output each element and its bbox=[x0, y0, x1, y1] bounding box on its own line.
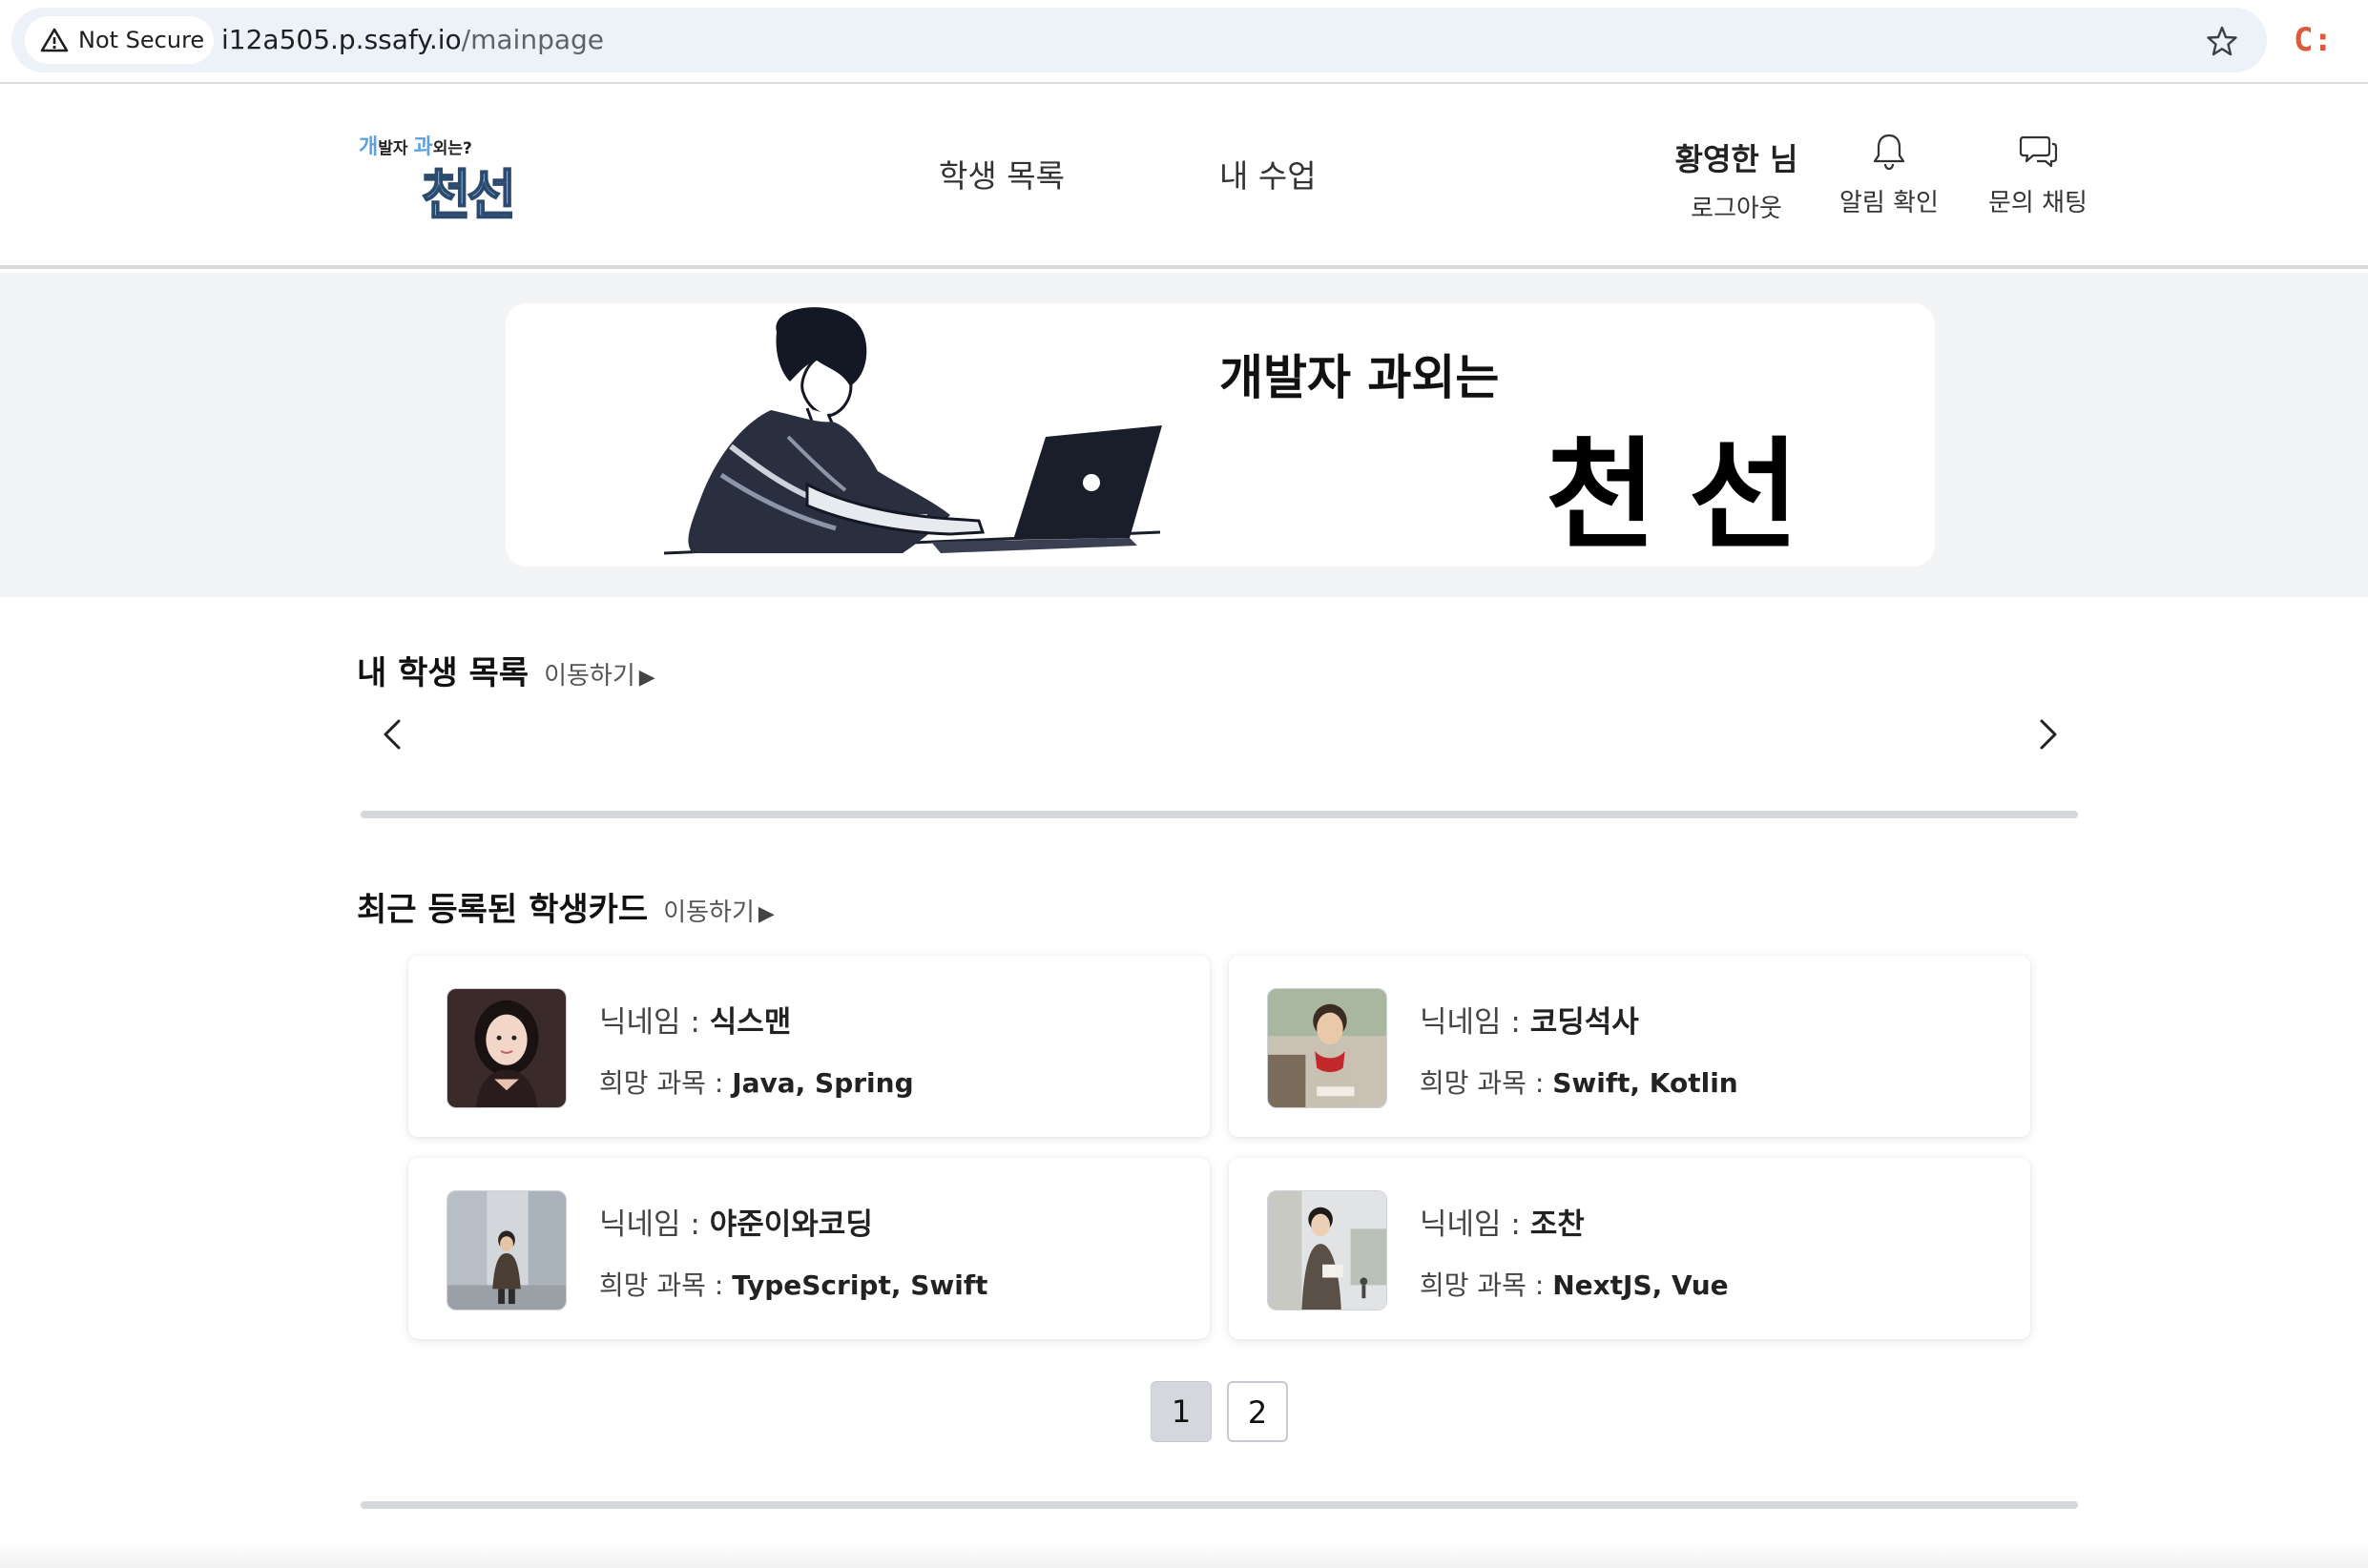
browser-toolbar: Not Secure i12a505.p.ssafy.io/mainpage C… bbox=[0, 0, 2368, 84]
recent-cards-link[interactable]: 이동하기 ▶ bbox=[663, 893, 775, 928]
section-divider bbox=[361, 1501, 2078, 1509]
chevron-right-icon bbox=[2040, 719, 2057, 750]
extension-label: C: bbox=[2294, 21, 2333, 59]
nav-my-classes[interactable]: 내 수업 bbox=[1219, 151, 1317, 196]
student-avatar bbox=[1267, 1190, 1387, 1310]
card-nickname: 닉네임 : 식스맨 bbox=[599, 1005, 792, 1040]
extension-icon[interactable]: C: bbox=[2294, 21, 2336, 59]
hero-banner: 개발자 과외는 천선 bbox=[506, 303, 1935, 567]
carousel-prev-button[interactable] bbox=[376, 715, 408, 753]
play-triangle-icon: ▶ bbox=[758, 902, 775, 926]
card-subjects: 희망 과목 : Java, Spring bbox=[599, 1067, 914, 1099]
student-avatar bbox=[447, 1190, 567, 1310]
inquiry-chat-label: 문의 채팅 bbox=[1988, 189, 2088, 217]
developer-illustration bbox=[664, 307, 1162, 555]
chevron-left-icon bbox=[384, 719, 401, 750]
site-logo[interactable]: 개발자 과외는? 천선 bbox=[357, 130, 557, 228]
student-card[interactable]: 닉네임 : 코딩석사 희망 과목 : Swift, Kotlin bbox=[1229, 956, 2030, 1137]
bookmark-star-icon[interactable] bbox=[2206, 25, 2238, 57]
chat-icon bbox=[2019, 135, 2058, 168]
warning-icon bbox=[40, 28, 69, 52]
bell-icon bbox=[1873, 134, 1905, 171]
footer-shadow bbox=[0, 1539, 2368, 1568]
my-students-link[interactable]: 이동하기 ▶ bbox=[544, 656, 655, 691]
card-nickname: 닉네임 : 야준이와코딩 bbox=[599, 1207, 873, 1242]
student-card[interactable]: 닉네임 : 조찬 희망 과목 : NextJS, Vue bbox=[1229, 1158, 2030, 1339]
notifications-label: 알림 확인 bbox=[1839, 189, 1939, 217]
site-header: 개발자 과외는? 천선 학생 목록 내 수업 황영한 님 로그아웃 알림 확인 … bbox=[0, 86, 2368, 269]
url-path: /mainpage bbox=[461, 24, 604, 55]
recent-cards-title: 최근 등록된 학생카드 bbox=[357, 891, 649, 929]
student-card[interactable]: 닉네임 : 식스맨 희망 과목 : Java, Spring bbox=[408, 956, 1210, 1137]
user-name: 황영한 님 bbox=[1674, 141, 1798, 177]
card-nickname: 닉네임 : 코딩석사 bbox=[1420, 1005, 1639, 1040]
user-menu: 황영한 님 로그아웃 bbox=[1668, 135, 1805, 224]
card-nickname: 닉네임 : 조찬 bbox=[1420, 1207, 1585, 1242]
url-host: i12a505.p.ssafy.io bbox=[221, 24, 462, 55]
inquiry-chat-button[interactable]: 문의 채팅 bbox=[1988, 132, 2088, 218]
nav-student-list[interactable]: 학생 목록 bbox=[939, 151, 1065, 196]
banner-subtitle: 개발자 과외는 bbox=[1219, 350, 1500, 405]
recent-cards-header: 최근 등록된 학생카드 이동하기 ▶ bbox=[357, 883, 775, 930]
student-avatar bbox=[1267, 988, 1387, 1108]
card-subjects: 희망 과목 : NextJS, Vue bbox=[1420, 1269, 1729, 1301]
my-students-header: 내 학생 목록 이동하기 ▶ bbox=[357, 647, 655, 693]
hero-band: 개발자 과외는 천선 bbox=[0, 273, 2368, 597]
notifications-button[interactable]: 알림 확인 bbox=[1839, 132, 1939, 218]
student-avatar bbox=[447, 988, 567, 1108]
address-bar[interactable]: Not Secure i12a505.p.ssafy.io/mainpage bbox=[11, 8, 2267, 72]
my-students-title: 내 학생 목록 bbox=[357, 654, 530, 692]
security-indicator[interactable]: Not Secure bbox=[25, 16, 214, 64]
banner-title: 천선 bbox=[1546, 425, 1832, 566]
page-button-2[interactable]: 2 bbox=[1227, 1381, 1288, 1442]
card-subjects: 희망 과목 : Swift, Kotlin bbox=[1420, 1067, 1738, 1099]
student-card[interactable]: 닉네임 : 야준이와코딩 희망 과목 : TypeScript, Swift bbox=[408, 1158, 1210, 1339]
security-label: Not Secure bbox=[78, 27, 205, 53]
section-divider bbox=[361, 811, 2078, 818]
page-button-1[interactable]: 1 bbox=[1151, 1381, 1212, 1442]
logout-button[interactable]: 로그아웃 bbox=[1668, 189, 1805, 224]
logo-title: 천선 bbox=[421, 164, 517, 228]
play-triangle-icon: ▶ bbox=[638, 666, 655, 690]
url-text[interactable]: i12a505.p.ssafy.io/mainpage bbox=[221, 8, 604, 72]
card-subjects: 희망 과목 : TypeScript, Swift bbox=[599, 1269, 988, 1301]
carousel-next-button[interactable] bbox=[2032, 715, 2065, 753]
